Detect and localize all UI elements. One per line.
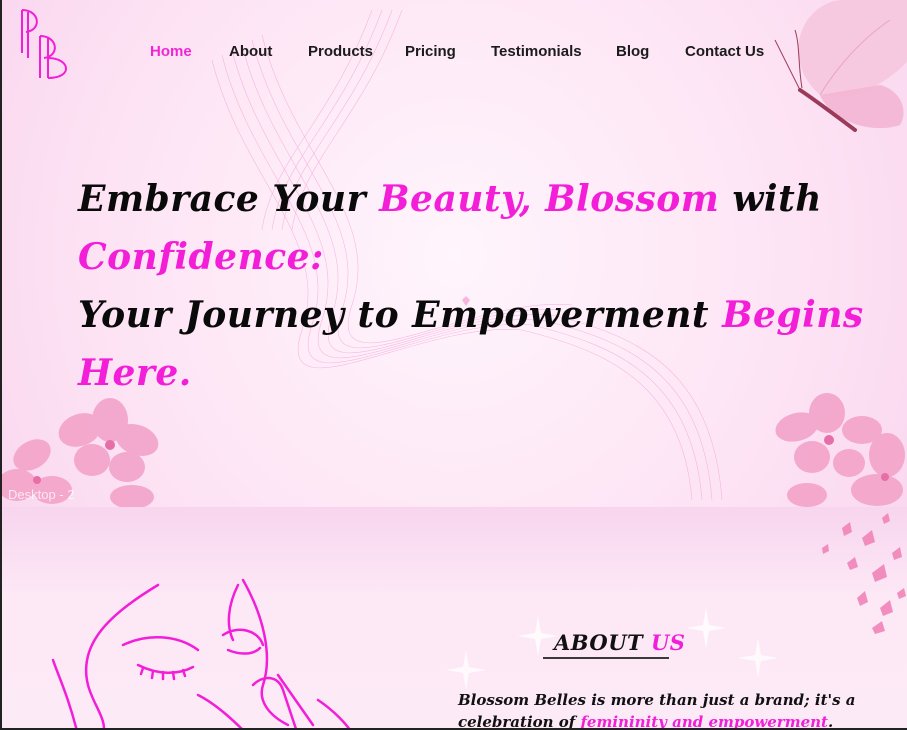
- hero-section: Home About Products Pricing Testimonials…: [2, 0, 907, 509]
- nav-home[interactable]: Home: [150, 43, 192, 60]
- frame-label: Desktop - 2: [8, 487, 75, 502]
- sparkle-icon: [446, 650, 486, 690]
- headline-line-2: Confidence:: [78, 236, 324, 278]
- cherry-blossom-right-image: [775, 393, 905, 507]
- nav-products[interactable]: Products: [308, 43, 373, 60]
- headline-text: Your Journey to Empowerment: [78, 294, 723, 336]
- nav-testimonials[interactable]: Testimonials: [491, 43, 582, 60]
- nav-blog[interactable]: Blog: [616, 43, 649, 60]
- sparkle-icon: [686, 608, 726, 648]
- headline-line-3: Your Journey to Empowerment Begins Here.: [78, 286, 878, 402]
- about-title-underline: [543, 657, 669, 659]
- nav-pricing[interactable]: Pricing: [405, 43, 456, 60]
- butterfly-image: [774, 0, 907, 132]
- headline-highlight: Beauty, Blossom: [379, 178, 720, 220]
- nav-about[interactable]: About: [229, 43, 272, 60]
- face-line-art-image: [51, 578, 351, 728]
- about-title-text: ABOUT: [554, 630, 651, 655]
- hero-headline: Embrace Your Beauty, Blossom with Confid…: [78, 170, 878, 402]
- nav-contact[interactable]: Contact Us: [685, 43, 764, 60]
- headline-text: Embrace Your: [78, 178, 380, 220]
- small-butterflies-image: [822, 513, 906, 634]
- headline-text: with: [719, 178, 822, 220]
- sparkle-icon: [738, 638, 778, 678]
- about-title: ABOUT US: [554, 630, 685, 655]
- about-paragraph: Blossom Belles is more than just a brand…: [458, 689, 858, 728]
- about-highlight-link[interactable]: femininity and empowerment: [580, 713, 828, 728]
- brand-logo[interactable]: [18, 8, 76, 80]
- headline-line-1: Embrace Your Beauty, Blossom with: [78, 170, 878, 228]
- page-frame: Home About Products Pricing Testimonials…: [0, 0, 907, 730]
- about-title-highlight: US: [650, 630, 686, 655]
